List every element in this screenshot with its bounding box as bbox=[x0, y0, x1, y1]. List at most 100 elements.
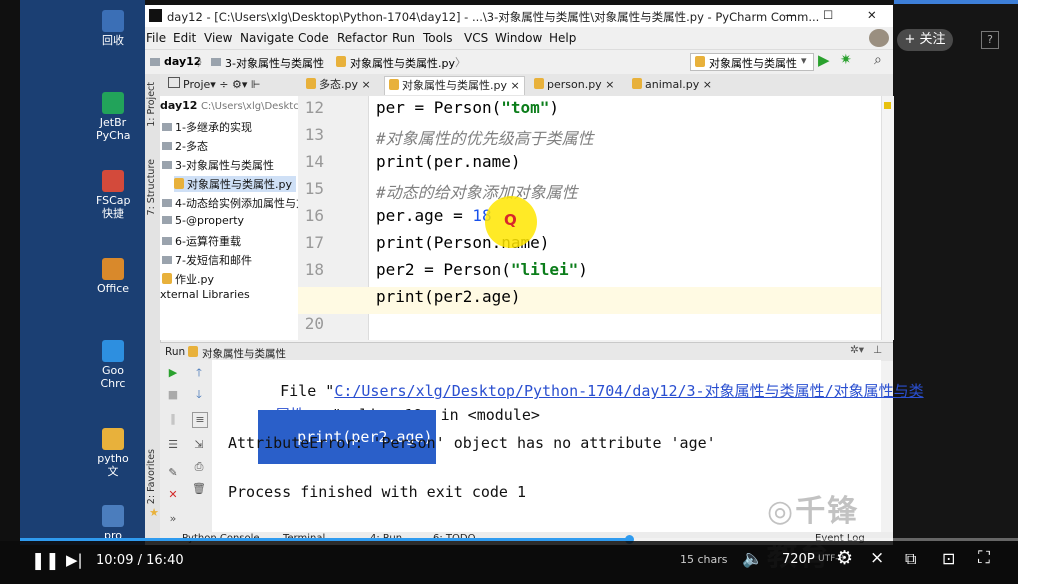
line-number: 14 bbox=[304, 152, 324, 171]
hide-panel-icon[interactable]: ⊥ bbox=[873, 344, 882, 356]
more-icon[interactable]: » bbox=[166, 512, 180, 526]
menu-tools[interactable]: Tools bbox=[423, 31, 453, 45]
close-button[interactable]: ✕ bbox=[867, 8, 877, 22]
desktop-shortcut[interactable]: JetBr PyCha bbox=[96, 92, 130, 142]
run-toolbar: ▶ 🡑 ■ 🡓 ‖ ≡ ☰ ⇲ ✎ ⎙ ✕ 🗑 » ★ bbox=[149, 360, 213, 532]
line-number: 12 bbox=[304, 98, 324, 117]
menu-code[interactable]: Code bbox=[298, 31, 329, 45]
tree-item-label: 作业.py bbox=[175, 273, 214, 286]
trash-icon[interactable]: 🗑 bbox=[192, 482, 206, 496]
desktop-shortcut-label: FSCap 快捷 bbox=[96, 194, 130, 220]
debug-icon[interactable]: ✷ bbox=[840, 52, 852, 68]
menu-edit[interactable]: Edit bbox=[173, 31, 196, 45]
tree-folder-item[interactable]: 2-多态 bbox=[162, 138, 208, 154]
tab-animal[interactable]: animal.py × bbox=[628, 76, 716, 94]
app-icon bbox=[102, 505, 124, 527]
menu-file[interactable]: File bbox=[146, 31, 166, 45]
close-run-icon[interactable]: ✕ bbox=[166, 488, 180, 502]
project-tool-tab[interactable]: 1: Project bbox=[146, 82, 157, 127]
structure-tool-tab[interactable]: 7: Structure bbox=[146, 159, 157, 215]
maximize-button[interactable]: ☐ bbox=[823, 8, 833, 22]
breadcrumb-folder[interactable]: 3-对象属性与类属性 bbox=[225, 55, 324, 71]
settings-icon[interactable]: ✎ bbox=[166, 466, 180, 480]
breadcrumb-sep-icon: 〉 bbox=[197, 56, 208, 69]
tree-folder-item[interactable]: 1-多继承的实现 bbox=[162, 119, 252, 135]
favorites-star-icon[interactable]: ★ bbox=[147, 506, 161, 520]
follow-button[interactable]: + 关注 bbox=[897, 29, 953, 51]
video-controls: ❚❚ ▶| 10:09 / 16:40 15 chars 🔈 720P UTF-… bbox=[0, 541, 1018, 584]
tree-root-path: C:\Users\xlg\Desktc bbox=[200, 101, 298, 112]
print-icon[interactable]: ⎙ bbox=[192, 460, 206, 474]
tree-item-label: 2-多态 bbox=[175, 140, 208, 153]
line-number: 15 bbox=[304, 179, 324, 198]
tree-item-label: 3-对象属性与类属性 bbox=[175, 159, 274, 172]
tab-polymorphism[interactable]: 多态.py × bbox=[302, 76, 375, 94]
soft-wrap-icon[interactable]: ≡ bbox=[192, 412, 208, 428]
no-danmaku-icon[interactable]: ⨯ bbox=[870, 548, 884, 568]
user-avatar-icon[interactable] bbox=[869, 29, 889, 47]
app-icon bbox=[102, 92, 124, 114]
tree-folder-item[interactable]: 6-运算符重载 bbox=[162, 233, 241, 249]
editor-scrollbar[interactable] bbox=[881, 96, 894, 340]
menu-navigate[interactable]: Navigate bbox=[240, 31, 294, 45]
widescreen-icon[interactable]: ⊡ bbox=[942, 549, 955, 568]
volume-icon[interactable]: 🔈 bbox=[742, 549, 763, 569]
line-number: 20 bbox=[304, 314, 324, 333]
folder-icon bbox=[150, 58, 160, 66]
run-console[interactable]: File "C:/Users/xlg/Desktop/Python-1704/d… bbox=[212, 360, 924, 573]
menu-run[interactable]: Run bbox=[392, 31, 415, 45]
picture-in-picture-icon[interactable]: ⧉ bbox=[905, 549, 916, 569]
search-icon[interactable]: ⌕ bbox=[874, 52, 882, 68]
line-number: 13 bbox=[304, 125, 324, 144]
external-libraries[interactable]: xternal Libraries bbox=[160, 288, 250, 301]
dump-threads-icon[interactable]: ☰ bbox=[166, 438, 180, 452]
tree-item-label: 对象属性与类属性.py bbox=[187, 178, 292, 191]
tab-person[interactable]: person.py × bbox=[530, 76, 618, 94]
rerun-icon[interactable]: ▶ bbox=[166, 366, 180, 380]
next-button[interactable]: ▶| bbox=[66, 551, 83, 569]
settings-gear-icon[interactable]: ⚙ bbox=[836, 547, 853, 569]
tree-folder-item[interactable]: 3-对象属性与类属性 bbox=[162, 157, 274, 173]
desktop-shortcut[interactable]: FSCap 快捷 bbox=[96, 170, 130, 220]
menu-help[interactable]: Help bbox=[549, 31, 576, 45]
tree-file-item[interactable]: 对象属性与类属性.py bbox=[174, 176, 296, 192]
cursor-marker-icon: Q bbox=[504, 211, 517, 229]
desktop-shortcut[interactable]: Goo Chrc bbox=[96, 340, 130, 390]
pause-button[interactable]: ❚❚ bbox=[31, 551, 60, 571]
code-line: per2 = Person("lilei") bbox=[376, 260, 588, 279]
menu-vcs[interactable]: VCS bbox=[464, 31, 488, 45]
desktop-shortcut-label: pytho 文 bbox=[97, 452, 129, 478]
menu-refactor[interactable]: Refactor bbox=[337, 31, 387, 45]
run-config-select[interactable]: 对象属性与类属性 ▾ bbox=[690, 53, 814, 71]
export-icon[interactable]: ⇲ bbox=[192, 438, 206, 452]
pause-icon[interactable]: ‖ bbox=[166, 412, 180, 426]
minimize-button[interactable]: — bbox=[785, 8, 797, 22]
fullscreen-icon[interactable]: ⛶ bbox=[978, 548, 990, 568]
tab-object-class-attrs[interactable]: 对象属性与类属性.py × bbox=[384, 76, 525, 95]
scroll-down-icon[interactable]: 🡓 bbox=[192, 388, 206, 402]
scroll-up-icon[interactable]: 🡑 bbox=[192, 366, 206, 380]
desktop-shortcut[interactable]: Office bbox=[96, 258, 130, 308]
tree-folder-item[interactable]: 7-发短信和邮件 bbox=[162, 252, 252, 268]
menu-window[interactable]: Window bbox=[495, 31, 542, 45]
desktop-shortcut[interactable]: pytho 文 bbox=[96, 428, 130, 478]
quality-select[interactable]: 720P bbox=[782, 552, 815, 567]
tree-folder-item[interactable]: 4-动态给实例添加属性与方 bbox=[162, 195, 298, 211]
gear-icon[interactable]: ✲▾ bbox=[850, 344, 864, 356]
tree-folder-item[interactable]: 5-@property bbox=[162, 214, 244, 227]
breadcrumb-root[interactable]: day12 bbox=[164, 55, 201, 68]
run-icon[interactable]: ▶ bbox=[818, 51, 830, 69]
desktop-shortcut[interactable]: 回收 bbox=[96, 10, 130, 60]
menu-view[interactable]: View bbox=[204, 31, 232, 45]
desktop-shortcut-label: Office bbox=[96, 282, 130, 295]
favorites-tool-tab[interactable]: 2: Favorites bbox=[146, 449, 157, 504]
breadcrumb-file[interactable]: 对象属性与类属性.py bbox=[350, 55, 455, 71]
tree-root[interactable]: day12 C:\Users\xlg\Desktc bbox=[160, 99, 298, 112]
project-panel-header[interactable]: Proje▾ ÷ ⚙▾ ⊩ bbox=[164, 76, 304, 94]
line-number: 17 bbox=[304, 233, 324, 252]
help-icon[interactable]: ? bbox=[981, 31, 999, 49]
stop-icon[interactable]: ■ bbox=[166, 388, 180, 402]
tree-file-item[interactable]: 作业.py bbox=[162, 271, 214, 287]
tree-item-label: 4-动态给实例添加属性与方 bbox=[175, 197, 298, 210]
folder-icon bbox=[162, 216, 172, 224]
